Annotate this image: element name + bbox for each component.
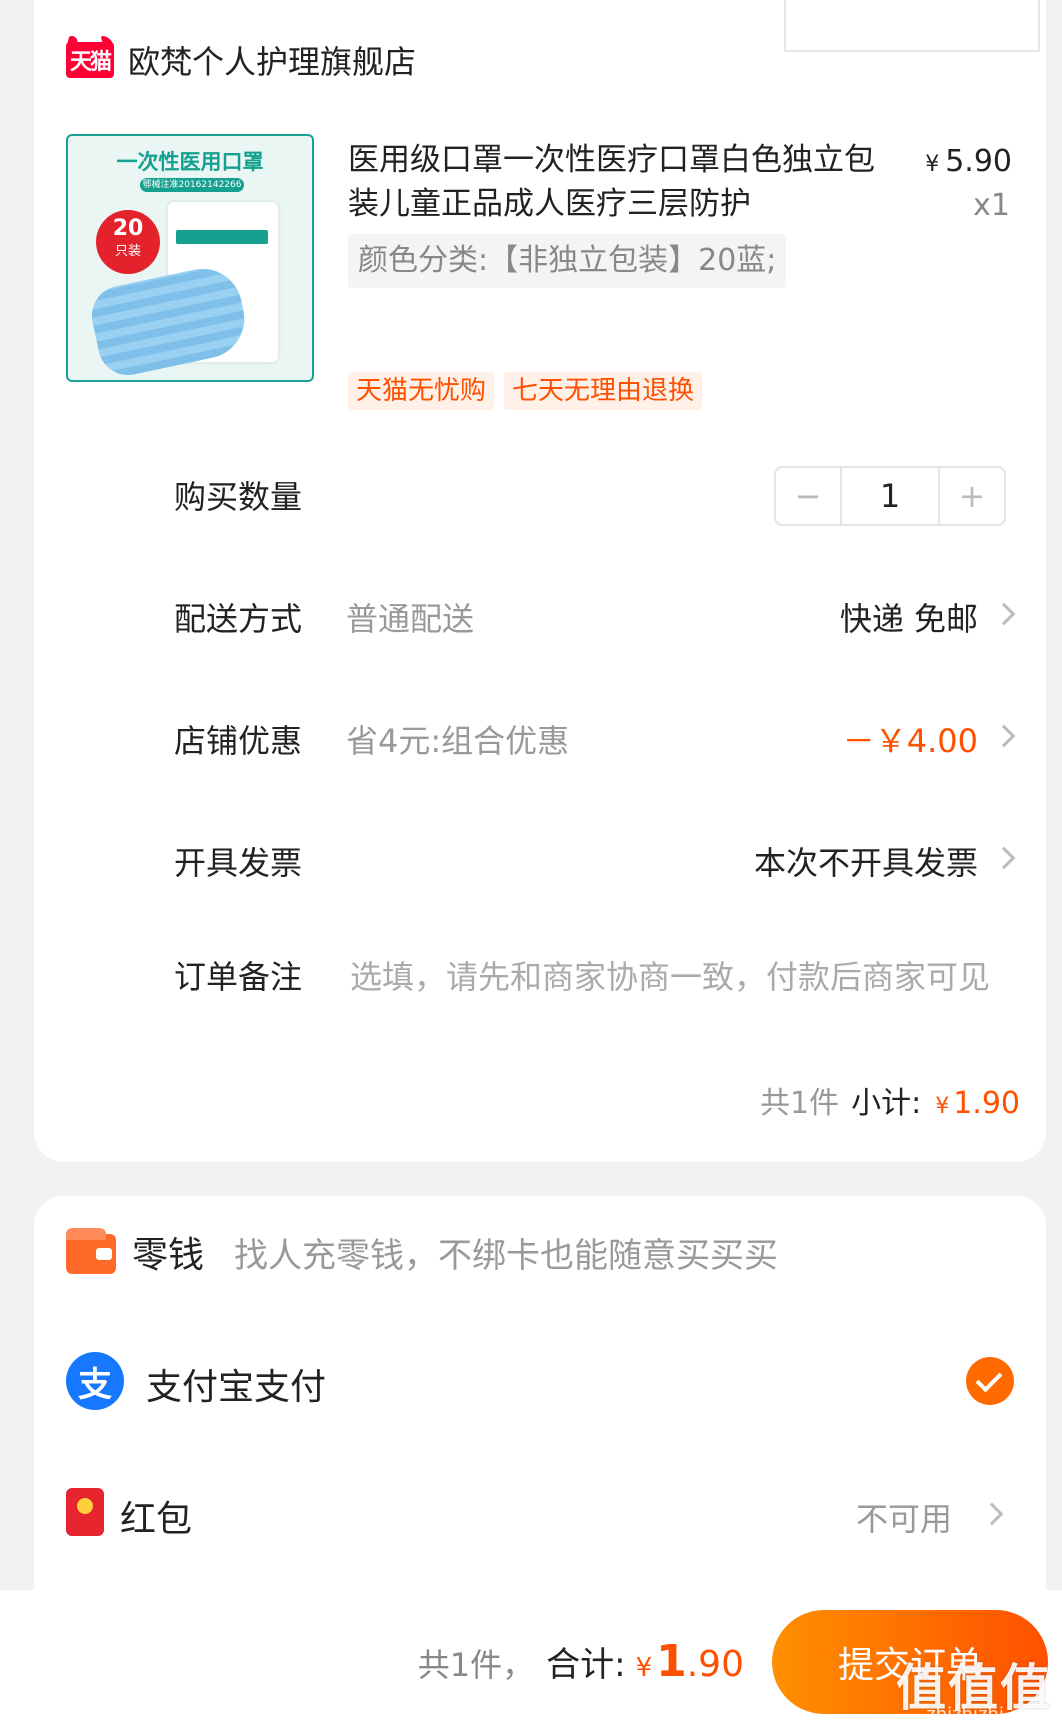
subtotal: 共1件 小计: ¥1.90	[760, 1078, 1020, 1122]
delivery-label: 配送方式	[174, 600, 303, 638]
product-image-subtitle: 鄂械注准20162142266	[140, 178, 244, 192]
product-tags: 天猫无忧购 七天无理由退换	[348, 372, 703, 410]
total-label: 合计:	[546, 1645, 626, 1685]
product-title[interactable]: 医用级口罩一次性医疗口罩白色独立包装儿童正品成人医疗三层防护	[348, 138, 888, 226]
order-note-label: 订单备注	[174, 958, 303, 996]
product-image[interactable]: 一次性医用口罩 鄂械注准20162142266 20 只装	[66, 134, 314, 382]
change-hint[interactable]: 找人充零钱，不绑卡也能随意买买买	[234, 1228, 778, 1277]
watermark-url: zhizhizhi.com	[926, 1704, 1048, 1725]
shop-discount-label: 店铺优惠	[174, 722, 303, 760]
tmall-logo-icon: 天猫	[66, 42, 114, 78]
red-packet-value[interactable]: 不可用	[856, 1494, 952, 1540]
subtotal-value: 1.90	[953, 1086, 1020, 1121]
invoice-label: 开具发票	[174, 844, 303, 882]
product-image-title: 一次性医用口罩	[116, 150, 264, 174]
order-confirm-page: 天猫 欧梵个人护理旗舰店 一次性医用口罩 鄂械注准20162142266 20 …	[0, 0, 1062, 1733]
badge-number: 20	[112, 216, 144, 241]
delivery-value[interactable]: 快递 免邮	[840, 594, 978, 640]
price-symbol: ¥	[925, 152, 940, 177]
alipay-label[interactable]: 支付宝支付	[146, 1358, 326, 1410]
store-header[interactable]: 天猫 欧梵个人护理旗舰店	[66, 38, 416, 82]
shop-discount-detail: 省4元:组合优惠	[346, 722, 570, 760]
order-note-input[interactable]: 选填，请先和商家协商一致，付款后商家可见	[350, 952, 1006, 998]
selected-check-icon[interactable]	[966, 1357, 1014, 1405]
delivery-method: 普通配送	[346, 600, 475, 638]
product-quantity: x1	[973, 188, 1010, 223]
red-packet-icon	[66, 1488, 104, 1536]
order-total: 共1件， 合计: ¥1.90	[418, 1636, 744, 1687]
minus-button[interactable]: −	[776, 468, 840, 524]
total-count: 共1件，	[417, 1646, 535, 1684]
quantity-stepper[interactable]: − 1 +	[774, 466, 1006, 526]
shop-discount-value[interactable]: －￥4.00	[843, 716, 978, 762]
quantity-label: 购买数量	[174, 478, 303, 516]
alipay-icon: 支	[66, 1352, 124, 1410]
product-count-badge: 20 只装	[96, 210, 160, 274]
tag-tmall-worry-free: 天猫无忧购	[348, 372, 495, 410]
red-packet-label[interactable]: 红包	[120, 1490, 192, 1542]
total-decimal: .90	[686, 1644, 744, 1685]
badge-text: 只装	[114, 244, 141, 259]
quantity-value[interactable]: 1	[840, 468, 940, 524]
wallet-icon	[66, 1228, 116, 1274]
total-symbol: ¥	[635, 1653, 653, 1683]
mask-graphic	[86, 261, 252, 380]
subtotal-count: 共1件	[760, 1086, 840, 1121]
subtotal-symbol: ¥	[935, 1094, 950, 1119]
subtotal-label: 小计:	[851, 1086, 922, 1121]
invoice-value[interactable]: 本次不开具发票	[754, 838, 978, 884]
product-price: ¥5.90	[925, 144, 1012, 179]
top-corner-box	[784, 0, 1040, 52]
total-integer: 1	[656, 1636, 687, 1687]
change-label[interactable]: 零钱	[132, 1226, 204, 1278]
plus-button[interactable]: +	[940, 468, 1004, 524]
product-spec[interactable]: 颜色分类:【非独立包装】20蓝;	[348, 234, 787, 288]
store-name: 欧梵个人护理旗舰店	[128, 43, 417, 81]
tag-seven-day-return: 七天无理由退换	[504, 372, 703, 410]
price-value: 5.90	[945, 144, 1012, 179]
total-amount: ¥1.90	[636, 1636, 744, 1687]
subtotal-amount: ¥1.90	[935, 1086, 1020, 1121]
